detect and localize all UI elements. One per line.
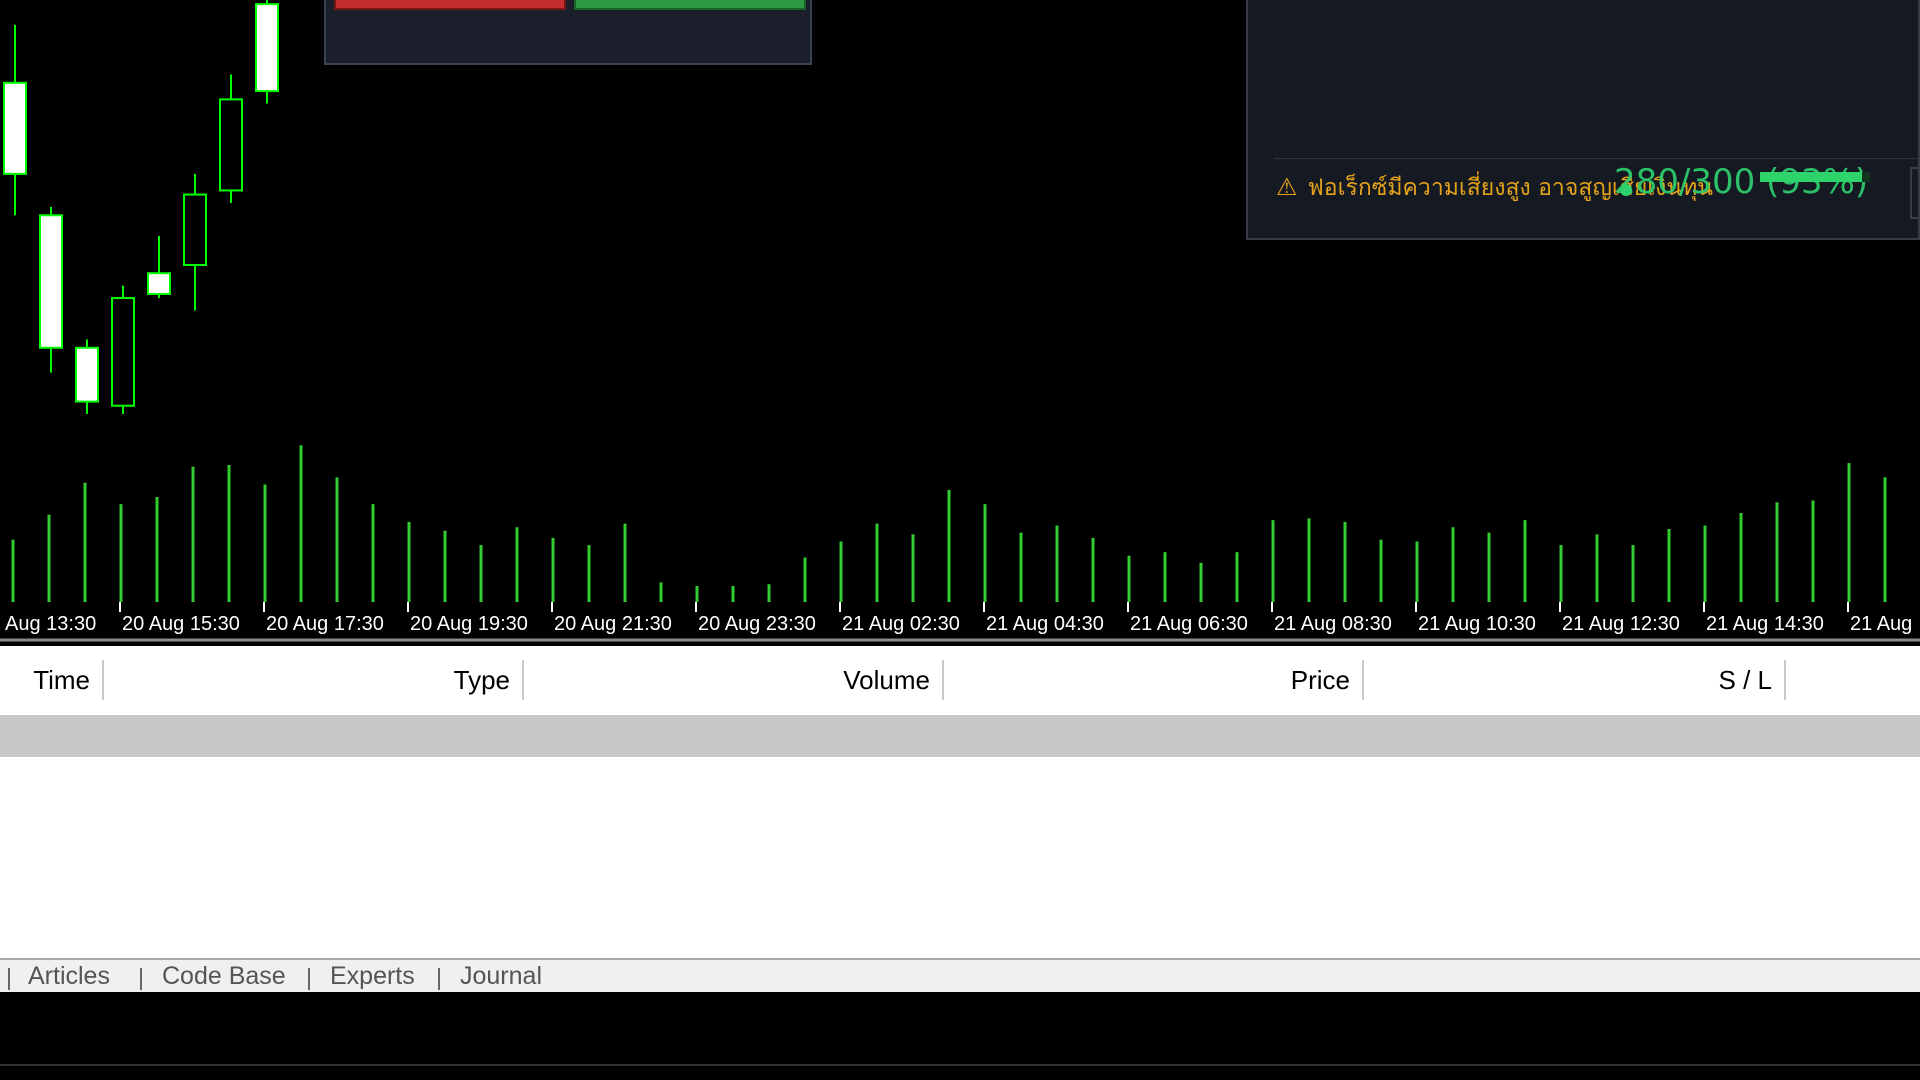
column-header-volume[interactable]: Volume <box>524 660 944 700</box>
progress-text: 280/300 (93%) <box>1614 162 1869 202</box>
progress-fill <box>1760 172 1863 182</box>
terminal-content <box>0 992 1920 1064</box>
candle <box>219 98 243 192</box>
time-axis-label: Aug 13:30 <box>5 613 96 635</box>
column-header-type[interactable]: Type <box>104 660 524 700</box>
panel-scroll-edge <box>1910 167 1918 219</box>
warning-icon: ⚠ <box>1276 173 1298 201</box>
column-header-price[interactable]: Price <box>944 660 1364 700</box>
time-axis-label: 21 Aug 02:30 <box>842 613 960 635</box>
one-click-trade-panel <box>324 0 812 65</box>
tab-articles[interactable]: Articles <box>28 962 110 991</box>
info-divider <box>1274 158 1918 159</box>
tab-separator <box>140 968 142 990</box>
candle <box>75 346 99 403</box>
time-axis-label: 21 Aug <box>1850 613 1912 635</box>
table-row[interactable] <box>0 715 1920 757</box>
candle <box>147 272 171 295</box>
tab-journal[interactable]: Journal <box>460 962 542 991</box>
time-axis-label: 21 Aug 12:30 <box>1562 613 1680 635</box>
time-axis-label: 21 Aug 08:30 <box>1274 613 1392 635</box>
column-header-sl[interactable]: S / L <box>1364 660 1786 700</box>
tab-separator <box>8 968 10 990</box>
candle <box>3 81 27 175</box>
time-axis-label: 20 Aug 23:30 <box>698 613 816 635</box>
time-axis-label: 21 Aug 14:30 <box>1706 613 1824 635</box>
tab-separator <box>438 968 440 990</box>
tab-experts[interactable]: Experts <box>330 962 415 991</box>
candle <box>111 297 135 407</box>
status-divider <box>0 1064 1920 1066</box>
time-axis-label: 21 Aug 06:30 <box>1130 613 1248 635</box>
time-axis-label: 21 Aug 04:30 <box>986 613 1104 635</box>
trade-table: Time Type Volume Price S / L <box>0 646 1920 958</box>
time-axis-label: 20 Aug 17:30 <box>266 613 384 635</box>
info-panel: ⚠ ฟอเร็กซ์มีความเสี่ยงสูง อาจสูญเสียเงินท… <box>1246 0 1920 240</box>
sell-button[interactable] <box>334 0 566 10</box>
time-axis-label: 21 Aug 10:30 <box>1418 613 1536 635</box>
terminal-tab-bar: Articles Code Base Experts Journal <box>0 958 1920 992</box>
candle <box>183 193 207 266</box>
tab-code-base[interactable]: Code Base <box>162 962 286 991</box>
progress-bar <box>1760 172 1870 182</box>
candle <box>39 214 63 349</box>
price-chart[interactable]: Aug 13:30 20 Aug 15:30 20 Aug 17:30 20 Aug … <box>0 0 1920 646</box>
time-axis-label: 20 Aug 15:30 <box>122 613 240 635</box>
candle <box>255 3 279 93</box>
tab-separator <box>308 968 310 990</box>
time-axis-label: 20 Aug 19:30 <box>410 613 528 635</box>
time-axis-label: 20 Aug 21:30 <box>554 613 672 635</box>
column-header-time[interactable]: Time <box>0 660 104 700</box>
buy-button[interactable] <box>574 0 806 10</box>
